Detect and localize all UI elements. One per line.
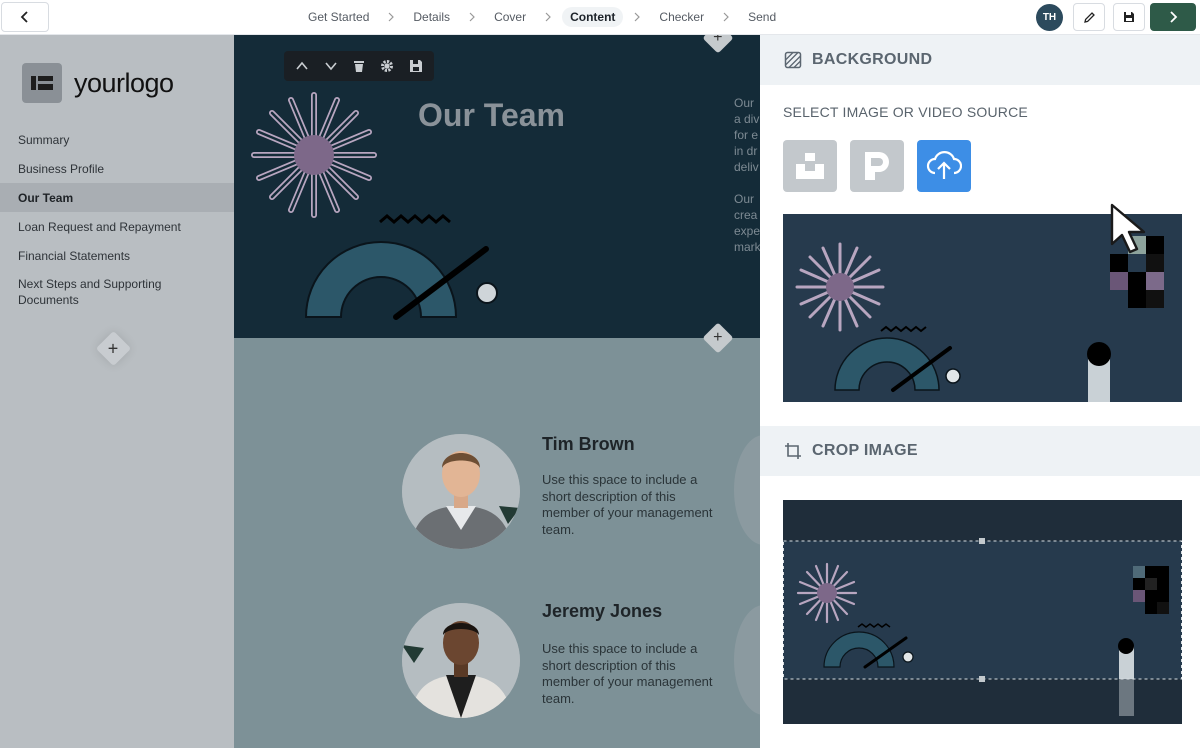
sidebar: yourlogo Summary Business Profile Our Te… [0,35,234,748]
logo-mark-icon [22,63,62,103]
trash-icon[interactable] [352,59,366,73]
step-get-started[interactable]: Get Started [300,7,377,27]
member-name[interactable]: Tim Brown [542,434,635,455]
nav-item-our-team[interactable]: Our Team [0,183,234,212]
intro-line: a div [734,112,760,126]
background-icon [784,51,802,69]
member-description[interactable]: Use this space to include a short descri… [542,472,714,538]
section-nav: Summary Business Profile Our Team Loan R… [0,125,234,314]
mouse-cursor-icon [1110,203,1146,254]
pexels-icon [865,152,889,180]
company-logo: yourlogo [22,63,174,103]
step-details[interactable]: Details [405,7,458,27]
nav-item-summary[interactable]: Summary [0,125,234,154]
move-up-icon[interactable] [295,59,309,73]
cloud-upload-icon [926,151,962,179]
nav-item-loan-request[interactable]: Loan Request and Repayment [0,212,234,241]
next-step-button[interactable] [1150,3,1196,31]
step-cover[interactable]: Cover [486,7,534,27]
user-avatar[interactable]: TH [1036,4,1063,31]
upload-source-button[interactable] [917,140,971,192]
wizard-steps: Get Started Details Cover Content Checke… [300,0,784,34]
gear-icon[interactable] [380,59,394,73]
member-photo-clipped [734,605,760,715]
member-name[interactable]: Jeremy Jones [542,601,662,622]
member-photo-clipped [734,435,760,545]
intro-text-clipped[interactable]: Our a div for e in dr deliv Our crea exp… [734,95,760,255]
step-content[interactable]: Content [562,7,624,27]
move-down-icon[interactable] [324,59,338,73]
page-title[interactable]: Our Team [418,97,565,134]
document-canvas: Our Team Our a div for e in dr deliv Our… [234,35,760,748]
source-label: SELECT IMAGE OR VIDEO SOURCE [783,104,1028,120]
save-icon [1124,12,1134,22]
plus-icon: + [108,338,119,359]
step-send[interactable]: Send [740,7,784,27]
chevron-right-icon [542,12,554,22]
logo-text: yourlogo [74,67,174,98]
top-bar: Get Started Details Cover Content Checke… [0,0,1200,35]
chevron-right-icon [385,12,397,22]
background-section-header[interactable]: BACKGROUND [760,35,1200,85]
intro-line: for e [734,128,759,142]
chevron-right-icon [466,12,478,22]
crop-title: CROP IMAGE [812,442,918,459]
member-photo[interactable] [402,434,520,549]
save-button[interactable] [1113,3,1145,31]
unsplash-source-button[interactable] [783,140,837,192]
chevron-left-icon [20,11,28,23]
member-photo[interactable] [402,603,520,718]
chevron-right-icon [631,12,643,22]
crop-artwork [783,500,1182,724]
pencil-icon [1083,11,1095,23]
block-toolbar [284,51,434,81]
chevron-right-icon [1170,11,1178,23]
intro-line: deliv [734,160,759,174]
add-section-button[interactable]: + [95,330,132,367]
nav-item-business-profile[interactable]: Business Profile [0,154,234,183]
save-icon[interactable] [409,59,423,73]
intro-line: in dr [734,144,758,158]
edit-button[interactable] [1073,3,1105,31]
settings-panel: BACKGROUND SELECT IMAGE OR VIDEO SOURCE [760,35,1200,748]
intro-line: Our [734,192,755,206]
crop-preview[interactable] [783,500,1182,724]
hero-section[interactable]: Our Team Our a div for e in dr deliv Our… [234,35,760,338]
intro-spacer [734,175,760,191]
intro-line: mark [734,240,760,254]
intro-line: Our [734,96,755,110]
nav-item-next-steps[interactable]: Next Steps and Supporting Documents [0,270,190,314]
background-title: BACKGROUND [812,51,933,68]
chevron-right-icon [720,12,732,22]
unsplash-icon [796,153,824,179]
member-description[interactable]: Use this space to include a short descri… [542,641,714,707]
crop-section-header[interactable]: CROP IMAGE [760,426,1200,476]
nav-item-financial-statements[interactable]: Financial Statements [0,241,234,270]
plus-icon: + [713,35,723,46]
step-checker[interactable]: Checker [651,7,712,27]
intro-line: crea [734,208,758,222]
plus-icon: + [713,329,723,346]
intro-line: expe [734,224,760,238]
back-button[interactable] [1,2,49,32]
pexels-source-button[interactable] [850,140,904,192]
crop-icon [785,443,801,459]
